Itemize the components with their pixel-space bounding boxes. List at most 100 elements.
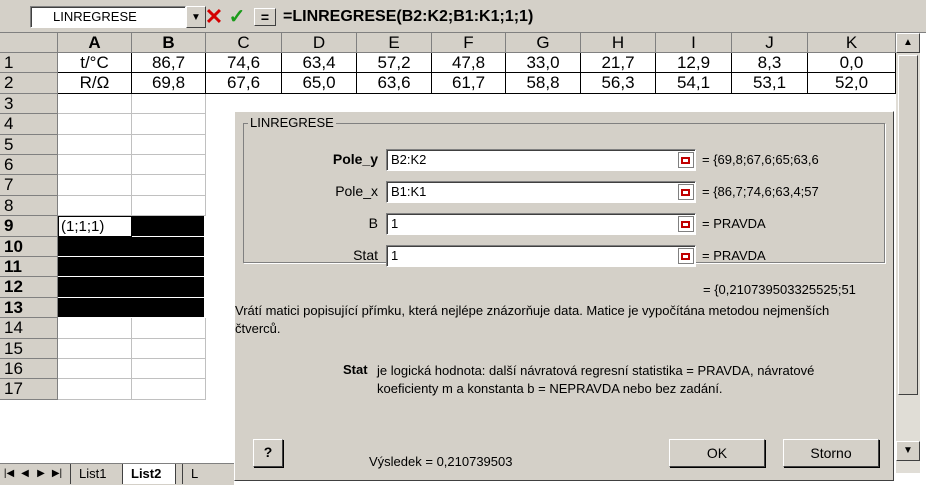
collapse-dialog-icon[interactable] (678, 248, 694, 264)
selected-cell-b13[interactable] (132, 297, 204, 318)
row-header-17[interactable]: 17 (0, 379, 58, 400)
scroll-up-arrow-icon[interactable]: ▲ (896, 33, 920, 53)
table-cell[interactable] (132, 359, 206, 380)
select-all-corner[interactable] (0, 33, 58, 53)
row-header-11[interactable]: 11 (0, 257, 58, 278)
pole-y-input[interactable]: B2:K2 (386, 149, 696, 171)
ok-button[interactable]: OK (669, 439, 765, 467)
row-header-8[interactable]: 8 (0, 195, 58, 217)
b-input[interactable]: 1 (386, 213, 696, 235)
stat-input[interactable]: 1 (386, 245, 696, 267)
formula-input[interactable]: =LINREGRESE(B2:K2;B1:K1;1;1) (283, 6, 923, 28)
question-icon[interactable]: ? (253, 439, 283, 467)
last-sheet-icon[interactable]: ▶| (50, 466, 64, 482)
tab-list3[interactable]: L (182, 464, 222, 484)
enter-formula-button[interactable]: ✓ (226, 6, 248, 28)
row-header-2[interactable]: 2 (0, 73, 58, 94)
cell-k2[interactable]: 52,0 (808, 73, 896, 94)
table-cell[interactable] (132, 195, 206, 217)
row-header-13[interactable]: 13 (0, 297, 58, 319)
row-header-7[interactable]: 7 (0, 175, 58, 196)
column-header-c[interactable]: C (206, 33, 282, 53)
row-header-3[interactable]: 3 (0, 93, 58, 115)
row-header-10[interactable]: 10 (0, 236, 58, 257)
tab-list2[interactable]: List2 (122, 464, 176, 484)
column-header-a[interactable]: A (58, 33, 132, 53)
cell-i2[interactable]: 54,1 (656, 73, 732, 94)
cell-f2[interactable]: 61,7 (432, 73, 506, 94)
cell-g2[interactable]: 58,8 (506, 73, 581, 94)
cell-b1[interactable]: 86,7 (132, 53, 206, 74)
table-cell[interactable] (58, 175, 132, 196)
table-cell[interactable] (58, 93, 132, 115)
column-header-f[interactable]: F (432, 33, 506, 53)
cell-a9[interactable]: (1;1;1) (58, 216, 132, 237)
cell-k1[interactable]: 0,0 (808, 53, 896, 74)
row-header-9[interactable]: 9 (0, 216, 58, 237)
cell-a1[interactable]: t/°C (58, 53, 132, 74)
table-cell[interactable] (132, 155, 206, 176)
table-cell[interactable] (58, 318, 132, 339)
cell-h1[interactable]: 21,7 (581, 53, 656, 74)
collapse-dialog-icon[interactable] (678, 152, 694, 168)
selected-cell-b12[interactable] (132, 277, 204, 297)
prev-sheet-icon[interactable]: ◀ (18, 466, 32, 482)
cell-g1[interactable]: 33,0 (506, 53, 581, 74)
next-sheet-icon[interactable]: ▶ (34, 466, 48, 482)
cancel-button[interactable]: Storno (783, 439, 879, 467)
cell-j1[interactable]: 8,3 (732, 53, 808, 74)
row-header-4[interactable]: 4 (0, 114, 58, 135)
table-cell[interactable] (132, 93, 206, 115)
selected-cell-a12[interactable] (58, 277, 132, 297)
scroll-thumb[interactable] (898, 55, 918, 395)
name-box[interactable]: LINREGRESE (30, 6, 186, 28)
row-header-14[interactable]: 14 (0, 318, 58, 339)
column-header-d[interactable]: D (282, 33, 357, 53)
edit-formula-button[interactable]: = (254, 8, 276, 26)
table-cell[interactable] (58, 134, 132, 155)
column-header-e[interactable]: E (357, 33, 432, 53)
selected-cell-b9[interactable] (132, 216, 204, 236)
table-cell[interactable] (132, 318, 206, 339)
cell-f1[interactable]: 47,8 (432, 53, 506, 74)
row-header-1[interactable]: 1 (0, 53, 58, 74)
column-header-k[interactable]: K (808, 33, 896, 53)
table-cell[interactable] (58, 359, 132, 380)
first-sheet-icon[interactable]: |◀ (2, 466, 16, 482)
cell-e1[interactable]: 57,2 (357, 53, 432, 74)
table-cell[interactable] (58, 195, 132, 217)
table-cell[interactable] (132, 379, 206, 400)
cell-c1[interactable]: 74,6 (206, 53, 282, 74)
cancel-formula-button[interactable]: ✕ (203, 6, 225, 28)
tab-list1[interactable]: List1 (70, 464, 122, 484)
selected-cell-a13[interactable] (58, 297, 132, 318)
table-cell[interactable] (58, 379, 132, 400)
selected-cell-b10[interactable] (132, 236, 204, 256)
vertical-scrollbar[interactable]: ▲ ▼ (896, 33, 920, 473)
cell-d2[interactable]: 65,0 (282, 73, 357, 94)
column-header-g[interactable]: G (506, 33, 581, 53)
row-header-5[interactable]: 5 (0, 134, 58, 155)
cell-a2[interactable]: R/Ω (58, 73, 132, 94)
table-cell[interactable] (132, 114, 206, 135)
column-header-j[interactable]: J (732, 33, 808, 53)
cell-b2[interactable]: 69,8 (132, 73, 206, 94)
column-header-i[interactable]: I (656, 33, 732, 53)
collapse-dialog-icon[interactable] (678, 184, 694, 200)
selected-cell-a10[interactable] (58, 236, 132, 256)
table-cell[interactable] (58, 155, 132, 176)
table-cell[interactable] (132, 134, 206, 155)
column-header-b[interactable]: B (132, 33, 206, 53)
cell-j2[interactable]: 53,1 (732, 73, 808, 94)
cell-i1[interactable]: 12,9 (656, 53, 732, 74)
pole-x-input[interactable]: B1:K1 (386, 181, 696, 203)
selected-cell-a11[interactable] (58, 257, 132, 277)
table-cell[interactable] (132, 175, 206, 196)
row-header-15[interactable]: 15 (0, 338, 58, 359)
table-cell[interactable] (58, 338, 132, 359)
cell-h2[interactable]: 56,3 (581, 73, 656, 94)
table-cell[interactable] (58, 114, 132, 135)
cell-d1[interactable]: 63,4 (282, 53, 357, 74)
scroll-down-arrow-icon[interactable]: ▼ (896, 441, 920, 461)
row-header-12[interactable]: 12 (0, 277, 58, 298)
